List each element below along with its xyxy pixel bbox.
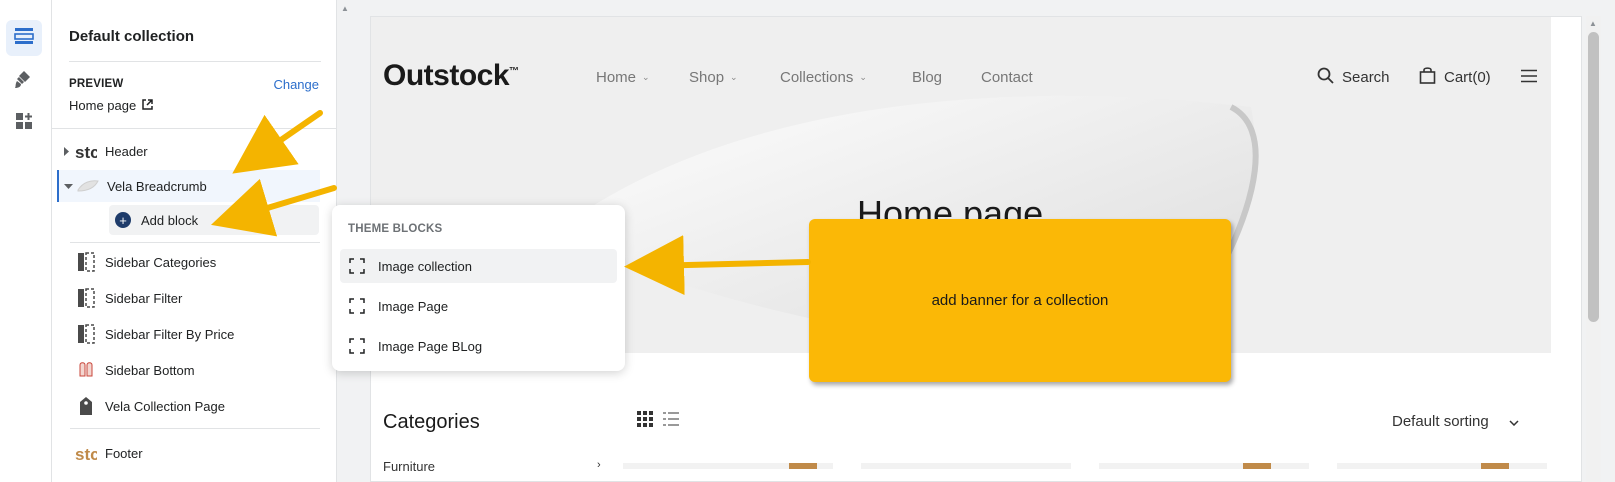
shopping-bag-icon bbox=[1419, 67, 1436, 88]
caret-right-icon[interactable] bbox=[57, 146, 75, 156]
scrollbar-thumb[interactable] bbox=[1588, 32, 1599, 322]
nav-collections[interactable]: Collections ⌄ bbox=[780, 69, 867, 86]
section-sidebar-categories[interactable]: Sidebar Categories bbox=[57, 246, 320, 278]
add-block-button[interactable]: + Add block bbox=[109, 205, 319, 235]
hamburger-menu-button[interactable] bbox=[1521, 69, 1537, 87]
svg-text:stc: stc bbox=[75, 445, 97, 464]
caret-down-icon[interactable] bbox=[59, 183, 77, 190]
section-label: Sidebar Filter By Price bbox=[105, 326, 235, 342]
external-link-icon bbox=[142, 98, 153, 113]
chevron-right-icon: › bbox=[597, 459, 601, 471]
annotation-callout: add banner for a collection bbox=[809, 219, 1231, 382]
header-thumbnail-icon: stc bbox=[75, 140, 97, 162]
svg-text:stc: stc bbox=[75, 143, 97, 162]
section-vela-breadcrumb[interactable]: Vela Breadcrumb bbox=[57, 170, 320, 202]
apps-tab[interactable] bbox=[6, 105, 42, 141]
section-label: Vela Breadcrumb bbox=[107, 178, 207, 194]
section-sidebar-filter[interactable]: Sidebar Filter bbox=[57, 282, 320, 314]
nav-blog[interactable]: Blog bbox=[912, 69, 942, 86]
block-placeholder-icon bbox=[348, 257, 366, 275]
product-badge bbox=[789, 463, 817, 469]
product-card[interactable] bbox=[861, 463, 1071, 469]
apps-icon bbox=[14, 111, 34, 136]
section-label: Header bbox=[105, 143, 148, 159]
block-option-image-collection[interactable]: Image collection bbox=[340, 249, 617, 283]
nav-home[interactable]: Home ⌄ bbox=[596, 69, 650, 86]
product-badge bbox=[1481, 463, 1509, 469]
block-placeholder-icon bbox=[348, 337, 366, 355]
cart-link[interactable]: Cart(0) bbox=[1419, 67, 1491, 88]
category-link[interactable]: Furniture bbox=[383, 459, 435, 474]
product-badge bbox=[1243, 463, 1271, 469]
scroll-up-icon[interactable]: ▲ bbox=[1589, 19, 1597, 28]
divider bbox=[52, 128, 337, 129]
product-card[interactable] bbox=[1099, 463, 1309, 469]
tag-icon bbox=[75, 395, 97, 417]
section-label: Footer bbox=[105, 445, 143, 461]
block-option-image-page[interactable]: Image Page bbox=[340, 289, 617, 323]
plus-circle-icon: + bbox=[115, 212, 131, 228]
block-option-image-page-blog[interactable]: Image Page BLog bbox=[340, 329, 617, 363]
preview-scrollbar[interactable]: ▲ bbox=[1586, 16, 1601, 482]
chevron-down-icon: ⌄ bbox=[859, 72, 867, 82]
section-label: Sidebar Bottom bbox=[105, 362, 195, 378]
add-block-label: Add block bbox=[141, 212, 199, 228]
view-toggle bbox=[637, 411, 679, 432]
section-footer[interactable]: stc Footer bbox=[57, 437, 320, 469]
divider bbox=[70, 242, 320, 243]
section-header[interactable]: stc Header bbox=[57, 135, 320, 167]
footer-thumbnail-icon: stc bbox=[75, 442, 97, 464]
change-preview-link[interactable]: Change bbox=[273, 77, 319, 92]
section-vela-collection-page[interactable]: Vela Collection Page bbox=[57, 390, 320, 422]
list-view-icon[interactable] bbox=[663, 411, 679, 432]
section-sidebar-bottom[interactable]: Sidebar Bottom bbox=[57, 354, 320, 386]
sidebar-layout-icon bbox=[75, 287, 97, 309]
preview-page-label: Home page bbox=[69, 98, 137, 113]
divider bbox=[70, 428, 320, 429]
preview-page[interactable]: Home page bbox=[69, 98, 153, 113]
breadcrumb-thumbnail-icon bbox=[77, 175, 99, 197]
paint-brush-icon bbox=[14, 69, 34, 94]
theme-blocks-popover: THEME BLOCKS Image collection Image Page… bbox=[332, 205, 625, 371]
theme-settings-tab[interactable] bbox=[6, 63, 42, 99]
section-sidebar-filter-by-price[interactable]: Sidebar Filter By Price bbox=[57, 318, 320, 350]
sidebar-layout-icon bbox=[75, 323, 97, 345]
divider bbox=[69, 61, 321, 62]
sidebar-bottom-thumbnail-icon bbox=[75, 359, 97, 381]
section-label: Sidebar Categories bbox=[105, 254, 217, 270]
search-icon bbox=[1317, 67, 1334, 88]
grid-view-icon[interactable] bbox=[637, 411, 653, 432]
block-placeholder-icon bbox=[348, 297, 366, 315]
sections-tab[interactable] bbox=[6, 20, 42, 56]
sort-select[interactable]: Default sorting bbox=[1392, 413, 1519, 430]
nav-contact[interactable]: Contact bbox=[981, 69, 1033, 86]
store-logo[interactable]: Outstock™ bbox=[383, 59, 519, 93]
categories-title: Categories bbox=[383, 411, 480, 433]
panel-title: Default collection bbox=[69, 28, 195, 45]
chevron-down-icon bbox=[1509, 413, 1519, 430]
sections-panel: Default collection PREVIEW Change Home p… bbox=[52, 0, 337, 482]
preview-label: PREVIEW bbox=[69, 78, 124, 90]
section-label: Sidebar Filter bbox=[105, 290, 183, 306]
hamburger-icon bbox=[1521, 69, 1537, 87]
product-card[interactable] bbox=[1337, 463, 1547, 469]
section-label: Vela Collection Page bbox=[105, 398, 225, 414]
search-link[interactable]: Search bbox=[1317, 67, 1390, 88]
chevron-down-icon: ⌄ bbox=[642, 72, 650, 82]
chevron-down-icon: ⌄ bbox=[730, 72, 738, 82]
sections-icon bbox=[14, 27, 34, 50]
nav-shop[interactable]: Shop ⌄ bbox=[689, 69, 738, 86]
editor-icon-rail bbox=[0, 0, 52, 482]
popover-heading: THEME BLOCKS bbox=[348, 223, 443, 235]
scroll-up-icon[interactable]: ▲ bbox=[341, 4, 349, 13]
sidebar-layout-icon bbox=[75, 251, 97, 273]
